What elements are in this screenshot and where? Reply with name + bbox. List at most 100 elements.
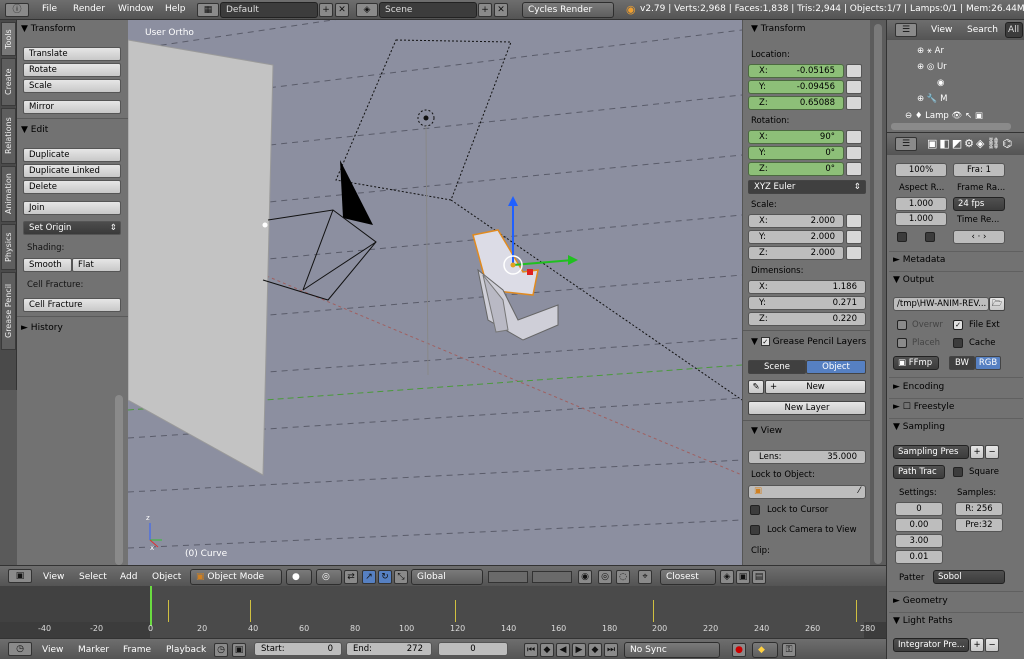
properties-editor-icon[interactable]: ☰ (895, 137, 917, 151)
aspect-x-field[interactable]: 1.000 (895, 197, 947, 211)
clamp-indirect-field[interactable]: 3.00 (895, 534, 943, 548)
lock-icon[interactable] (846, 146, 862, 160)
location-x-field[interactable]: X: -0.05165 (748, 64, 844, 78)
current-frame-line[interactable] (150, 586, 152, 626)
pencil-icon[interactable]: ✎ (748, 380, 764, 394)
start-frame-field[interactable]: Start: 0 (254, 642, 342, 656)
toolshelf-scrollbar[interactable] (115, 395, 123, 565)
render-icon[interactable]: ▣ (975, 111, 983, 121)
dimension-z-field[interactable]: Z: 0.220 (748, 312, 866, 326)
lock-icon[interactable] (846, 246, 862, 260)
gp-object-button[interactable]: Object (806, 360, 866, 374)
light-threshold-field[interactable]: 0.01 (895, 550, 943, 564)
outliner-row[interactable]: ⊖ ♦ Lamp 👁 ↖ ▣ (905, 111, 983, 121)
outliner-filter-all[interactable]: All (1005, 22, 1023, 38)
layout-grid-icon[interactable]: ▦ (197, 3, 219, 17)
flat-button[interactable]: Flat (72, 258, 121, 272)
file-extensions-checkbox[interactable]: ✓ (953, 320, 963, 330)
sampling-presets-dropdown[interactable]: Sampling Pres (893, 445, 969, 459)
timeline-area[interactable]: -40 -20 0 20 40 60 80 100 120 140 160 18… (0, 586, 886, 638)
location-z-field[interactable]: Z: 0.65088 (748, 96, 844, 110)
snap-align-icon[interactable]: ◈ (720, 570, 734, 584)
frame-step-field[interactable]: Fra: 1 (953, 163, 1005, 177)
translate-button[interactable]: Translate (23, 47, 121, 61)
lock-icon[interactable] (846, 230, 862, 244)
panel-history-header[interactable]: ► History (21, 323, 63, 333)
remove-preset-icon[interactable]: − (985, 638, 999, 652)
new-layer-button[interactable]: New Layer (748, 401, 866, 415)
scale-z-field[interactable]: Z: 2.000 (748, 246, 844, 260)
placeholders-checkbox[interactable] (897, 338, 907, 348)
menu-view[interactable]: View (42, 645, 63, 655)
outliner-view-menu[interactable]: View (931, 25, 952, 35)
jump-keyframe-back-icon[interactable]: ◆ (540, 643, 554, 657)
sync-mode-dropdown[interactable]: No Sync (624, 642, 720, 658)
play-icon[interactable]: ▶ (572, 643, 586, 657)
play-reverse-icon[interactable]: ◀ (556, 643, 570, 657)
menu-add[interactable]: Add (120, 572, 137, 582)
editor-type-icon[interactable]: ⓘ (5, 3, 29, 17)
lock-icon[interactable] (846, 96, 862, 110)
outliner-editor-icon[interactable]: ☰ (895, 23, 917, 37)
seed-field[interactable]: 0 (895, 502, 943, 516)
file-format-dropdown[interactable]: ▣ FFmp (893, 356, 939, 370)
x-axis-manipulator[interactable] (527, 269, 533, 275)
menu-marker[interactable]: Marker (78, 645, 109, 655)
rotation-mode-dropdown[interactable]: XYZ Euler ⇕ (748, 180, 866, 194)
outliner-row[interactable]: ⊕ 🔧 M (917, 94, 947, 104)
overwrite-checkbox[interactable] (897, 320, 907, 330)
transform-panel-header[interactable]: ▼ Transform (751, 24, 806, 34)
clamp-direct-field[interactable]: 0.00 (895, 518, 943, 532)
scale-y-field[interactable]: Y: 2.000 (748, 230, 844, 244)
folder-icon[interactable]: 🗁 (989, 297, 1005, 311)
lens-field[interactable]: Lens: 35.000 (748, 450, 866, 464)
jump-start-icon[interactable]: ⏮ (524, 643, 538, 657)
lock-icon[interactable] (846, 130, 862, 144)
scrollbar-thumb[interactable] (874, 24, 882, 564)
geometry-panel-header[interactable]: ► Geometry (893, 596, 948, 606)
preview-samples-field[interactable]: Pre:32 (955, 518, 1003, 532)
lock-icon[interactable] (846, 162, 862, 176)
grease-pencil-layers-header[interactable]: ▼ ✓ Grease Pencil Layers (751, 337, 866, 347)
pivot-point-dropdown[interactable]: ◎ (316, 569, 342, 585)
preview-range-icon[interactable]: ◷ (214, 643, 228, 657)
snap-target-dropdown[interactable]: Closest (660, 569, 716, 585)
scene-layers-grid[interactable] (488, 571, 528, 583)
scale-button[interactable]: Scale (23, 79, 121, 93)
screen-layout-field[interactable]: Default (220, 2, 318, 18)
menu-frame[interactable]: Frame (123, 645, 151, 655)
output-path-field[interactable]: /tmp\HW-ANIM-REV... (893, 297, 989, 311)
tab-animation[interactable]: Animation (1, 166, 16, 222)
view-panel-header[interactable]: ▼ View (751, 426, 782, 436)
menu-window[interactable]: Window (118, 4, 154, 14)
set-origin-dropdown[interactable]: Set Origin ⇕ (23, 221, 121, 235)
keying-set-dropdown[interactable]: ◆ (752, 642, 778, 658)
mirror-button[interactable]: Mirror (23, 100, 121, 114)
add-scene-icon[interactable]: + (478, 3, 492, 17)
freestyle-panel-header[interactable]: ► ☐ Freestyle (893, 402, 954, 412)
y-arrow-icon[interactable] (568, 255, 578, 265)
border-checkbox[interactable] (925, 232, 935, 242)
outliner-row[interactable]: ◉ (937, 78, 944, 88)
key-icon[interactable]: ⚿ (782, 643, 796, 657)
outliner-search-menu[interactable]: Search (967, 25, 998, 35)
bw-button[interactable]: BW (949, 356, 975, 370)
scale-x-field[interactable]: X: 2.000 (748, 214, 844, 228)
join-button[interactable]: Join (23, 201, 121, 215)
current-frame-field[interactable]: 0 (438, 642, 508, 656)
lock-camera-checkbox[interactable] (750, 525, 760, 535)
rotation-x-field[interactable]: X: 90° (748, 130, 844, 144)
tab-grease-pencil[interactable]: Grease Pencil (1, 272, 16, 350)
context-tabs-icon[interactable]: ▣◧◩⚙◈⛓⌬ (927, 137, 1014, 150)
rotate-manipulator-icon[interactable]: ↻ (378, 570, 392, 584)
cursor-icon[interactable]: ↖ (965, 111, 972, 121)
outliner-row[interactable]: ⊕ ◎ Ur (917, 62, 947, 72)
output-panel-header[interactable]: ▼ Output (893, 275, 934, 285)
metadata-panel-header[interactable]: ► Metadata (893, 255, 945, 265)
editor-type-icon[interactable]: ▣ (8, 569, 32, 583)
3d-viewport[interactable]: z x User Ortho (0) Curve (128, 20, 742, 565)
panel-edit-header[interactable]: ▼ Edit (21, 125, 48, 135)
fps-dropdown[interactable]: 24 fps (953, 197, 1005, 211)
pattern-dropdown[interactable]: Sobol (933, 570, 1005, 584)
end-frame-field[interactable]: End: 272 (346, 642, 432, 656)
